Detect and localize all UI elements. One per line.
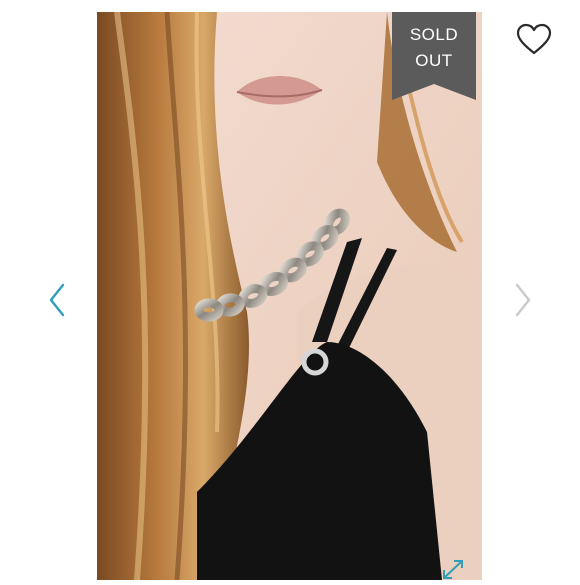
like-button[interactable] <box>514 20 554 60</box>
chevron-right-icon <box>515 283 531 317</box>
chevron-left-icon <box>49 283 65 317</box>
product-image-viewer: SOLD OUT <box>0 0 580 580</box>
sold-out-label-line1: SOLD <box>409 25 459 44</box>
fullscreen-button[interactable] <box>440 558 466 580</box>
previous-image-button[interactable] <box>44 280 70 320</box>
heart-icon <box>516 23 552 55</box>
expand-icon <box>443 560 463 579</box>
next-image-button[interactable] <box>510 280 536 320</box>
sold-out-badge: SOLD OUT <box>392 12 476 100</box>
sold-out-label-line2: OUT <box>415 51 453 70</box>
